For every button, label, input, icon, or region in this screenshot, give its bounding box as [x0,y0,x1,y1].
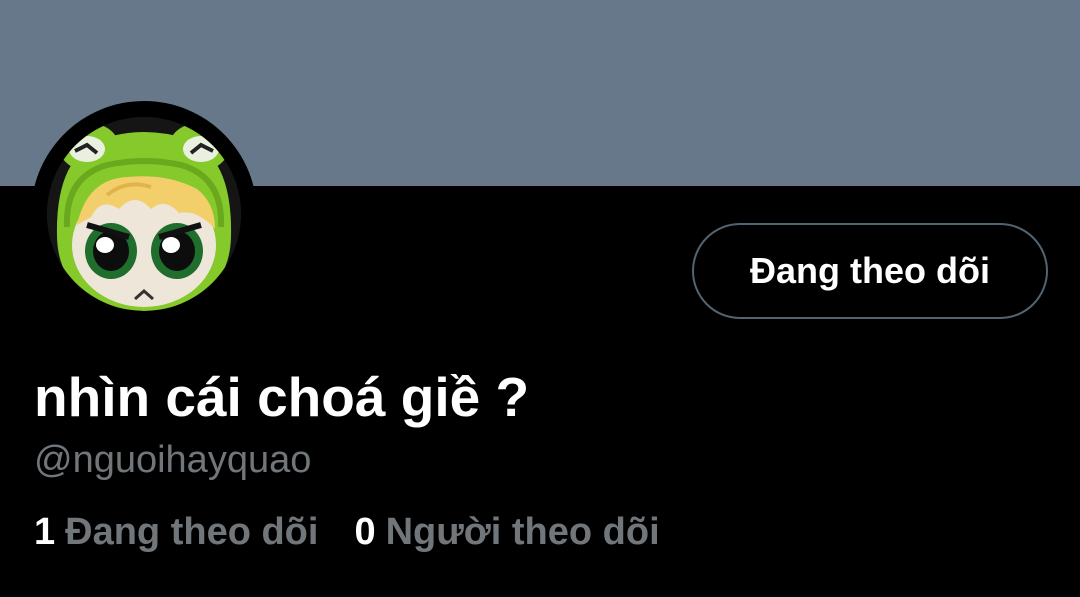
profile-display-name: nhìn cái choá giề ? [34,366,530,428]
following-button-label: Đang theo dõi [750,250,990,291]
following-stat-link[interactable]: 1 Đang theo dõi [34,506,318,558]
following-label: Đang theo dõi [65,511,319,553]
profile-handle: @nguoihayquao [34,439,312,481]
followers-count: 0 [354,511,376,553]
avatar-container[interactable] [31,101,257,327]
profile-stats: 1 Đang theo dõi 0 Người theo dõi [34,506,660,558]
followers-stat-link[interactable]: 0 Người theo dõi [354,506,659,558]
followers-label: Người theo dõi [385,511,660,553]
following-count: 1 [34,511,56,553]
avatar[interactable] [47,117,241,311]
following-button[interactable]: Đang theo dõi [692,223,1048,319]
profile-page: Đang theo dõi nhìn cái choá giề ? @nguoi… [0,0,1080,597]
frog-hood-plush-avatar-icon [47,117,241,311]
